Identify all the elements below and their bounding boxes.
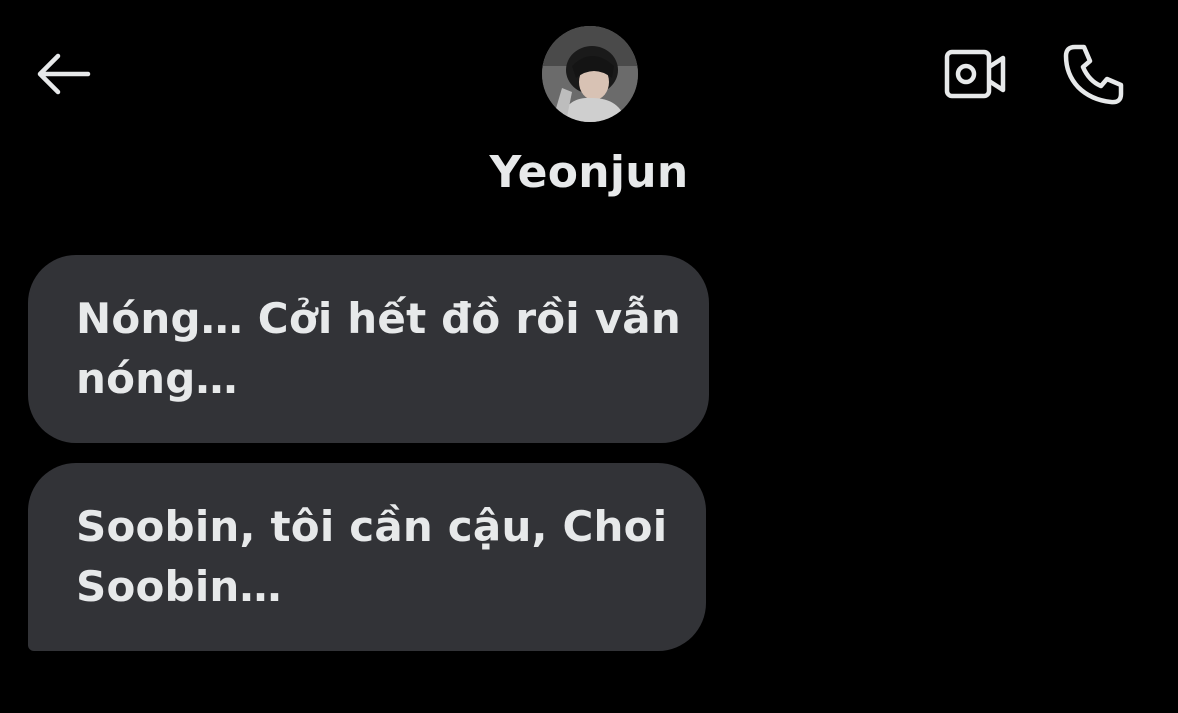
message-bubble[interactable]: Nóng… Cởi hết đồ rồi vẫn nóng… xyxy=(28,255,709,443)
arrow-left-icon xyxy=(37,53,91,95)
avatar[interactable] xyxy=(542,26,638,122)
message-text-line: nóng… xyxy=(76,354,238,403)
voice-call-button[interactable] xyxy=(1058,38,1130,110)
message-text-line: Nóng… Cởi hết đồ rồi vẫn xyxy=(76,294,681,343)
back-button[interactable] xyxy=(30,46,94,102)
video-call-button[interactable] xyxy=(940,42,1010,106)
video-camera-icon xyxy=(944,49,1006,99)
message-text-line: Soobin, tôi cần cậu, Choi xyxy=(76,502,668,551)
message-bubble[interactable]: Soobin, tôi cần cậu, Choi Soobin… xyxy=(28,463,706,651)
chat-screen: Yeonjun Nóng… Cởi hết đồ rồi vẫn nóng… S… xyxy=(0,0,1178,713)
contact-name[interactable]: Yeonjun xyxy=(0,143,1178,203)
message-text-line: Soobin… xyxy=(76,562,282,611)
avatar-image xyxy=(542,26,638,122)
phone-icon xyxy=(1063,44,1124,105)
